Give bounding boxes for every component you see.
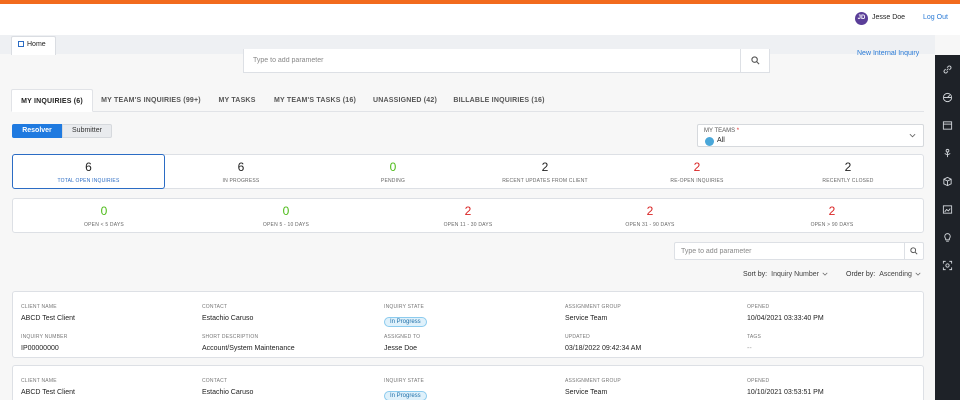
inquiry-state-field: INQUIRY STATE In Progress bbox=[384, 378, 427, 400]
user-name[interactable]: Jesse Doe bbox=[872, 14, 905, 21]
status-badge: In Progress bbox=[384, 391, 427, 400]
my-teams-value: All bbox=[717, 137, 725, 144]
sort-by-label: Sort by: bbox=[743, 271, 768, 278]
stat-pending[interactable]: 0 PENDING bbox=[317, 155, 469, 188]
submitter-toggle[interactable]: Submitter bbox=[62, 124, 112, 138]
inquiry-state-field: INQUIRY STATE In Progress bbox=[384, 304, 427, 328]
inquiry-number-field: INQUIRY NUMBER IP00000000 bbox=[21, 334, 68, 352]
tab-my-tasks[interactable]: MY TASKS bbox=[211, 89, 263, 112]
stat-recently-closed[interactable]: 2 RECENTLY CLOSED bbox=[773, 155, 923, 188]
stat-open-5-10[interactable]: 0 OPEN 5 - 10 DAYS bbox=[195, 199, 377, 232]
my-teams-label: MY TEAMS * bbox=[704, 128, 740, 134]
sort-by-control[interactable]: Sort by: Inquiry Number bbox=[743, 271, 828, 278]
contact-field: CONTACT Estachio Caruso bbox=[202, 304, 254, 322]
sort-by-value[interactable]: Inquiry Number bbox=[771, 271, 819, 278]
stat-reopen[interactable]: 2 RE-OPEN INQUIRIES bbox=[621, 155, 773, 188]
right-tool-rail bbox=[935, 55, 960, 400]
tab-my-teams-tasks[interactable]: MY TEAM'S TASKS (16) bbox=[269, 89, 361, 112]
tab-my-teams-inquiries[interactable]: MY TEAM'S INQUIRIES (99+) bbox=[95, 89, 207, 112]
client-name-field: CLIENT NAME ABCD Test Client bbox=[21, 378, 75, 396]
tags-field: TAGS -- bbox=[747, 334, 762, 352]
image-icon[interactable] bbox=[942, 204, 953, 215]
assignment-group-field: ASSIGNMENT GROUP Service Team bbox=[565, 304, 621, 322]
chevron-down-icon bbox=[822, 272, 828, 276]
list-search-button[interactable] bbox=[904, 243, 923, 259]
order-by-value[interactable]: Ascending bbox=[879, 271, 912, 278]
stat-open-lt-5[interactable]: 0 OPEN < 5 DAYS bbox=[13, 199, 195, 232]
inquiry-card[interactable]: CLIENT NAME ABCD Test Client CONTACT Estac… bbox=[12, 365, 924, 400]
branch-icon[interactable] bbox=[942, 148, 953, 159]
opened-field: OPENED 10/10/2021 03:53:51 PM bbox=[747, 378, 824, 396]
inquiry-stats-panel: 6 TOTAL OPEN INQUIRIES 6 IN PROGRESS 0 PEND… bbox=[12, 154, 924, 189]
tab-billable-inquiries[interactable]: BILLABLE INQUIRIES (16) bbox=[451, 89, 547, 112]
client-name-field: CLIENT NAME ABCD Test Client bbox=[21, 304, 75, 322]
logout-link[interactable]: Log Out bbox=[923, 14, 948, 21]
stat-open-gt-90[interactable]: 2 OPEN > 90 DAYS bbox=[741, 199, 923, 232]
link-icon[interactable] bbox=[942, 64, 953, 75]
updated-field: UPDATED 03/18/2022 09:42:34 AM bbox=[565, 334, 642, 352]
contact-field: CONTACT Estachio Caruso bbox=[202, 378, 254, 396]
stat-open-11-30[interactable]: 2 OPEN 11 - 30 DAYS bbox=[377, 199, 559, 232]
resolver-toggle[interactable]: Resolver bbox=[12, 124, 62, 138]
tab-unassigned[interactable]: UNASSIGNED (42) bbox=[367, 89, 443, 112]
search-icon bbox=[910, 247, 918, 255]
global-search-input[interactable] bbox=[244, 49, 740, 71]
tab-my-inquiries[interactable]: MY INQUIRIES (6) bbox=[11, 89, 93, 112]
tab-home[interactable]: Home bbox=[11, 36, 56, 55]
inquiry-tabs: MY INQUIRIES (6) MY TEAM'S INQUIRIES (99… bbox=[11, 89, 924, 112]
stat-total-open[interactable]: 6 TOTAL OPEN INQUIRIES bbox=[12, 154, 165, 189]
cube-icon[interactable] bbox=[942, 176, 953, 187]
chevron-down-icon bbox=[915, 272, 921, 276]
stat-in-progress[interactable]: 6 IN PROGRESS bbox=[165, 155, 317, 188]
app-header: JD Jesse Doe Log Out bbox=[0, 4, 960, 35]
opened-field: OPENED 10/04/2021 03:33:40 PM bbox=[747, 304, 824, 322]
panel-icon[interactable] bbox=[942, 120, 953, 131]
my-teams-select[interactable]: MY TEAMS * All bbox=[697, 124, 924, 147]
team-icon bbox=[705, 137, 714, 146]
stat-recent-updates[interactable]: 2 RECENT UPDATES FROM CLIENT bbox=[469, 155, 621, 188]
scan-icon[interactable] bbox=[942, 260, 953, 271]
order-by-control[interactable]: Order by: Ascending bbox=[846, 271, 921, 278]
assigned-to-field: ASSIGNED TO Jesse Doe bbox=[384, 334, 421, 352]
short-description-field: SHORT DESCRIPTION Account/System Maintena… bbox=[202, 334, 295, 352]
lightbulb-icon[interactable] bbox=[942, 232, 953, 243]
dashboard-icon[interactable] bbox=[942, 92, 953, 103]
avatar[interactable]: JD bbox=[855, 12, 868, 25]
list-search bbox=[674, 242, 924, 260]
global-search bbox=[243, 49, 770, 73]
global-search-button[interactable] bbox=[740, 49, 769, 72]
chevron-down-icon bbox=[909, 133, 916, 138]
stat-open-31-90[interactable]: 2 OPEN 31 - 90 DAYS bbox=[559, 199, 741, 232]
inquiry-card[interactable]: CLIENT NAME ABCD Test Client CONTACT Estac… bbox=[12, 291, 924, 358]
home-icon bbox=[18, 41, 24, 47]
assignment-group-field: ASSIGNMENT GROUP Service Team bbox=[565, 378, 621, 396]
new-internal-inquiry-link[interactable]: New Internal Inquiry bbox=[857, 50, 919, 57]
list-search-input[interactable] bbox=[675, 243, 905, 259]
tab-home-label: Home bbox=[27, 41, 46, 48]
status-badge: In Progress bbox=[384, 317, 427, 327]
search-icon bbox=[750, 56, 759, 65]
inquiry-age-panel: 0 OPEN < 5 DAYS 0 OPEN 5 - 10 DAYS 2 OPEN 1… bbox=[12, 198, 924, 233]
order-by-label: Order by: bbox=[846, 271, 876, 278]
